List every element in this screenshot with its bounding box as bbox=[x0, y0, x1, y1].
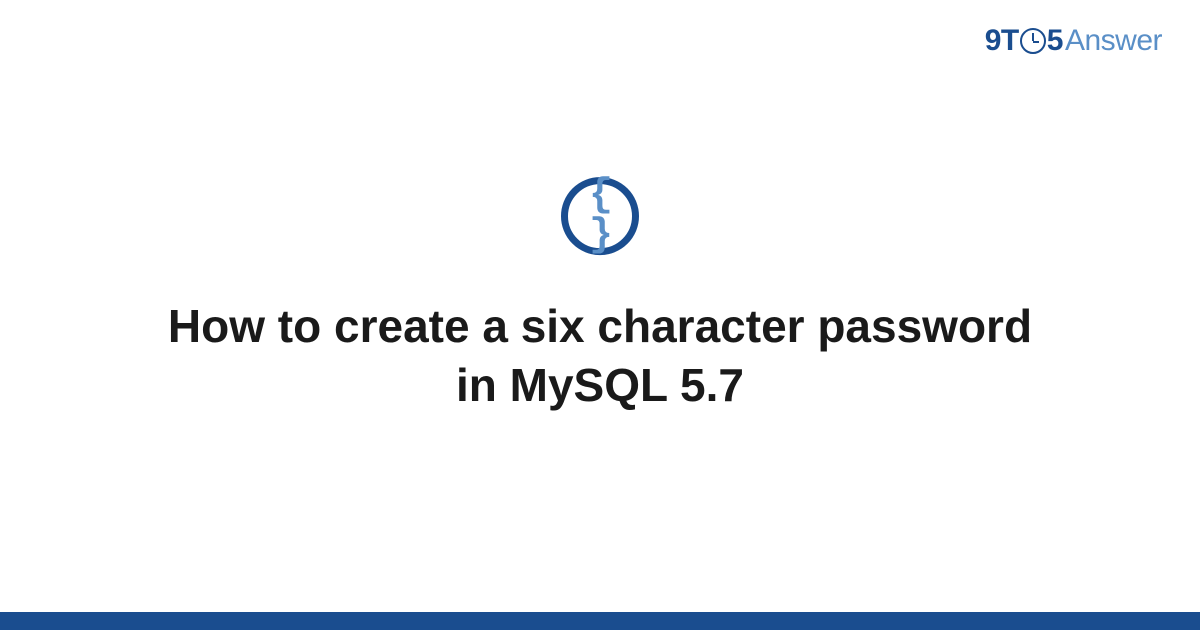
footer-bar bbox=[0, 612, 1200, 630]
code-braces-icon: { } bbox=[561, 177, 639, 255]
site-logo: 9T 5 Answer bbox=[985, 24, 1162, 58]
logo-text-answer: Answer bbox=[1065, 24, 1162, 58]
clock-icon bbox=[1020, 28, 1046, 54]
page-title: How to create a six character password i… bbox=[150, 297, 1050, 415]
braces-glyph: { } bbox=[568, 176, 632, 256]
logo-text-9t: 9T bbox=[985, 24, 1019, 58]
logo-text-5: 5 bbox=[1047, 24, 1063, 58]
main-content: { } How to create a six character passwo… bbox=[0, 177, 1200, 415]
